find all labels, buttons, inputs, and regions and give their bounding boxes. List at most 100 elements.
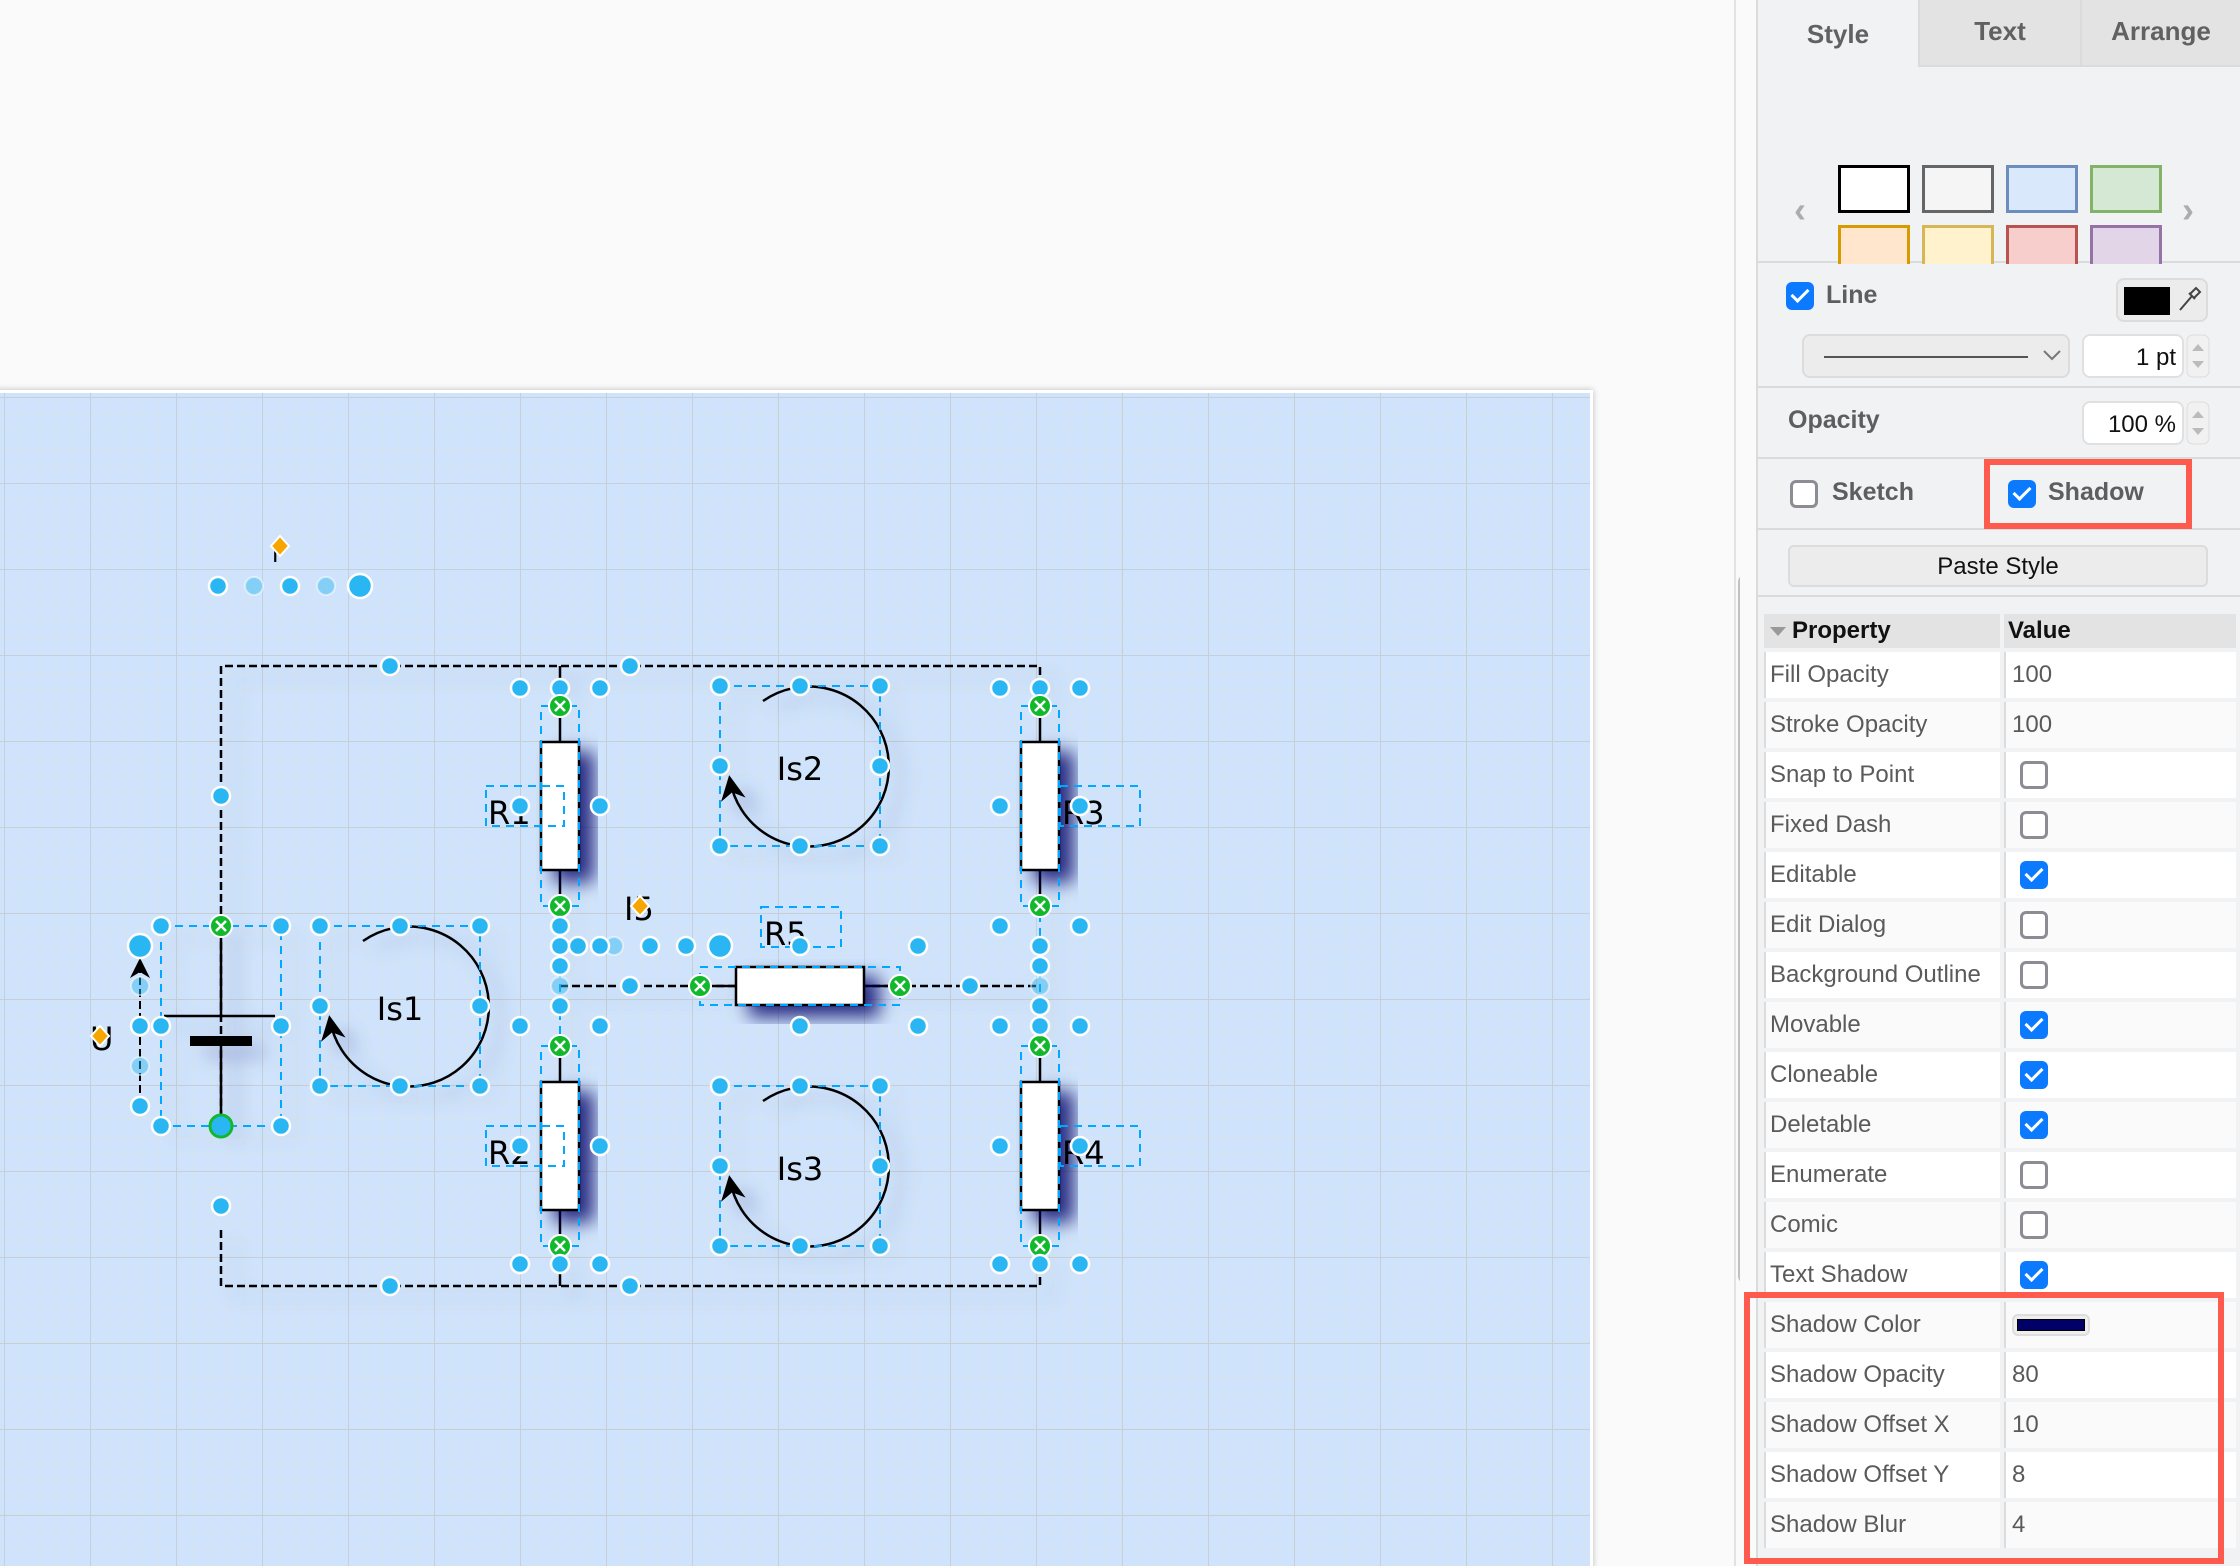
resize-handle[interactable] [709, 835, 731, 857]
property-value[interactable] [2004, 852, 2236, 898]
resize-handle[interactable] [989, 915, 1011, 937]
resize-handle[interactable] [346, 572, 374, 600]
resize-handle[interactable] [549, 915, 571, 937]
property-checkbox[interactable] [2020, 761, 2048, 789]
resistor-r1[interactable] [539, 705, 581, 907]
property-checkbox[interactable] [2020, 1211, 2048, 1239]
resize-handle[interactable] [379, 1275, 401, 1297]
resize-handle[interactable] [309, 1075, 331, 1097]
line-color-button[interactable] [2116, 278, 2208, 322]
resize-handle[interactable] [789, 835, 811, 857]
resistor-r5[interactable] [699, 965, 901, 1007]
resize-handle[interactable] [619, 975, 641, 997]
resize-handle[interactable] [1029, 1015, 1051, 1037]
resistor-r3[interactable] [1019, 705, 1061, 907]
resize-handle[interactable] [989, 1015, 1011, 1037]
resize-handle[interactable] [279, 575, 301, 597]
virtual-bend-handle[interactable] [130, 1056, 150, 1076]
property-checkbox[interactable] [2020, 911, 2048, 939]
property-checkbox[interactable] [2020, 861, 2048, 889]
connection-point-handle[interactable] [688, 974, 712, 998]
property-checkbox[interactable] [2020, 1011, 2048, 1039]
resize-handle[interactable] [1069, 1015, 1091, 1037]
style-swatch-green[interactable] [2090, 165, 2162, 213]
resize-handle[interactable] [1069, 677, 1091, 699]
connection-point-handle[interactable] [209, 914, 233, 938]
resize-handle[interactable] [589, 795, 611, 817]
property-checkbox[interactable] [2020, 1061, 2048, 1089]
property-value[interactable]: 4 [2004, 1502, 2236, 1548]
resistor-r2[interactable] [539, 1045, 581, 1247]
property-checkbox[interactable] [2020, 1261, 2048, 1289]
resize-handle[interactable] [589, 1135, 611, 1157]
style-swatch-gray[interactable] [1922, 165, 1994, 213]
resize-handle[interactable] [869, 755, 891, 777]
opacity-stepper[interactable] [2186, 401, 2210, 445]
virtual-bend-handle[interactable] [550, 976, 570, 996]
resize-handle[interactable] [639, 935, 661, 957]
resize-handle[interactable] [869, 1235, 891, 1257]
resize-handle[interactable] [989, 677, 1011, 699]
resize-handle[interactable] [1029, 1253, 1051, 1275]
resize-handle[interactable] [549, 935, 571, 957]
property-value[interactable] [2004, 952, 2236, 998]
resize-handle[interactable] [150, 915, 172, 937]
property-value[interactable]: 8 [2004, 1452, 2236, 1498]
connection-point-handle[interactable] [1028, 1234, 1052, 1258]
connection-point-handle[interactable] [548, 694, 572, 718]
property-value[interactable] [2004, 1002, 2236, 1048]
connection-point-handle[interactable] [888, 974, 912, 998]
chevron-right-icon[interactable]: › [2182, 192, 2194, 228]
property-column-header[interactable]: Property [1764, 614, 2000, 648]
resize-handle[interactable] [789, 1015, 811, 1037]
connection-point-handle[interactable] [548, 1234, 572, 1258]
virtual-bend-handle[interactable] [244, 576, 264, 596]
resize-handle[interactable] [389, 915, 411, 937]
line-pattern-select[interactable] [1802, 334, 2070, 378]
line-checkbox[interactable] [1786, 282, 1814, 310]
resize-handle[interactable] [709, 1075, 731, 1097]
resize-handle[interactable] [1069, 915, 1091, 937]
resize-handle[interactable] [309, 915, 331, 937]
resize-handle[interactable] [549, 995, 571, 1017]
selection-handles[interactable] [89, 534, 1091, 1297]
resize-handle[interactable] [959, 975, 981, 997]
resize-handle[interactable] [869, 835, 891, 857]
resize-handle[interactable] [869, 1155, 891, 1177]
property-checkbox[interactable] [2020, 1111, 2048, 1139]
vertical-scrollbar-thumb[interactable] [1738, 574, 1740, 1284]
property-checkbox[interactable] [2020, 961, 2048, 989]
resize-handle[interactable] [869, 1075, 891, 1097]
virtual-bend-handle[interactable] [316, 576, 336, 596]
resize-handle[interactable] [129, 1095, 151, 1117]
resize-handle[interactable] [989, 1135, 1011, 1157]
property-value[interactable] [2004, 802, 2236, 848]
resistor-r4[interactable] [1019, 1045, 1061, 1247]
resize-handle[interactable] [509, 1015, 531, 1037]
property-value[interactable] [2004, 1102, 2236, 1148]
resize-handle[interactable] [709, 1235, 731, 1257]
resize-handle[interactable] [150, 1015, 172, 1037]
resize-handle[interactable] [789, 935, 811, 957]
resize-handle[interactable] [709, 755, 731, 777]
connection-point-handle[interactable] [1028, 894, 1052, 918]
style-swatch-blue[interactable] [2006, 165, 2078, 213]
resize-handle[interactable] [509, 795, 531, 817]
resize-handle[interactable] [270, 915, 292, 937]
resize-handle[interactable] [469, 995, 491, 1017]
resize-handle[interactable] [509, 677, 531, 699]
resize-handle[interactable] [589, 1015, 611, 1037]
resize-handle[interactable] [1069, 1135, 1091, 1157]
resize-handle[interactable] [989, 1253, 1011, 1275]
value-column-header[interactable]: Value [2004, 614, 2236, 648]
resize-handle[interactable] [210, 785, 232, 807]
line-width-input[interactable]: 1 pt [2082, 334, 2184, 378]
resize-handle[interactable] [389, 1075, 411, 1097]
collapse-triangle-icon[interactable] [1768, 624, 1788, 638]
tab-arrange[interactable]: Arrange [2080, 0, 2240, 67]
property-value[interactable]: 80 [2004, 1352, 2236, 1398]
diagram-canvas[interactable]: Is1 Is2 Is3 R1 R2 R3 R4 R5 I5 U I [0, 0, 1740, 1566]
resize-handle[interactable] [469, 1075, 491, 1097]
property-checkbox[interactable] [2020, 811, 2048, 839]
resize-handle[interactable] [589, 935, 611, 957]
